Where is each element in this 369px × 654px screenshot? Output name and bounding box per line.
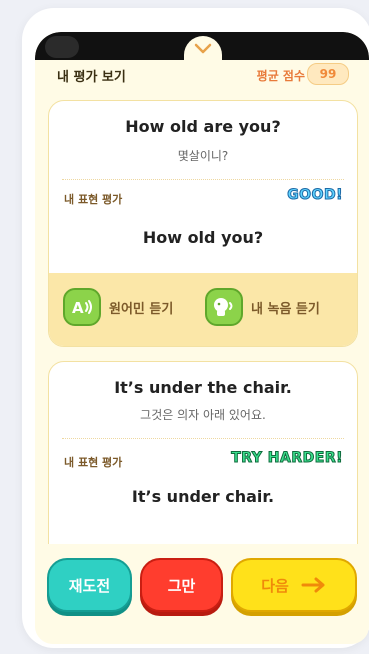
- question-korean: 몇살이니?: [177, 149, 229, 163]
- chevron-down-icon: [194, 43, 212, 54]
- evaluation-label: 내 표현 평가: [64, 193, 123, 206]
- svg-text:A: A: [72, 299, 84, 317]
- stop-label: 그만: [167, 576, 196, 595]
- grade-badge: TRY HARDER!: [231, 450, 343, 467]
- divider: [62, 438, 344, 439]
- average-score-badge: 99: [307, 63, 349, 85]
- retry-label: 재도전: [68, 576, 111, 595]
- average-score-label: 평균 점수: [256, 69, 305, 83]
- evaluation-card: It’s under the chair. 그것은 의자 아래 있어요. 내 표…: [48, 361, 358, 563]
- native-speaker-icon: A: [63, 288, 101, 326]
- evaluation-label: 내 표현 평가: [64, 456, 123, 469]
- listen-mine-button[interactable]: 내 녹음 듣기: [205, 288, 320, 326]
- next-label: 다음: [261, 576, 289, 595]
- listen-controls: A 원어민 듣기 내 녹음 듣기: [49, 273, 357, 346]
- arrow-right-icon: [301, 577, 325, 593]
- action-bar: 재도전 그만 다음: [35, 544, 369, 644]
- evaluation-card: How old are you? 몇살이니? 내 표현 평가 GOOD! How…: [48, 100, 358, 347]
- camera-notch: [45, 36, 79, 58]
- my-recording-icon: [205, 288, 243, 326]
- page-title: 내 평가 보기: [57, 70, 126, 85]
- question-korean: 그것은 의자 아래 있어요.: [140, 408, 266, 422]
- sheet-header: 내 평가 보기 평균 점수 99: [35, 60, 369, 100]
- my-answer: How old you?: [142, 228, 264, 247]
- next-button[interactable]: 다음: [231, 558, 357, 612]
- question-english: How old are you?: [125, 117, 281, 136]
- listen-native-button[interactable]: A 원어민 듣기: [63, 288, 173, 326]
- grade-badge: GOOD!: [287, 187, 343, 204]
- listen-native-label: 원어민 듣기: [109, 301, 174, 317]
- stop-button[interactable]: 그만: [140, 558, 223, 612]
- my-answer: It’s under chair.: [131, 487, 275, 506]
- divider: [62, 179, 344, 180]
- question-english: It’s under the chair.: [114, 378, 292, 397]
- retry-button[interactable]: 재도전: [47, 558, 132, 612]
- app-screen: 내 평가 보기 평균 점수 99 How old are you? 몇살이니? …: [35, 32, 369, 644]
- listen-mine-label: 내 녹음 듣기: [251, 301, 320, 317]
